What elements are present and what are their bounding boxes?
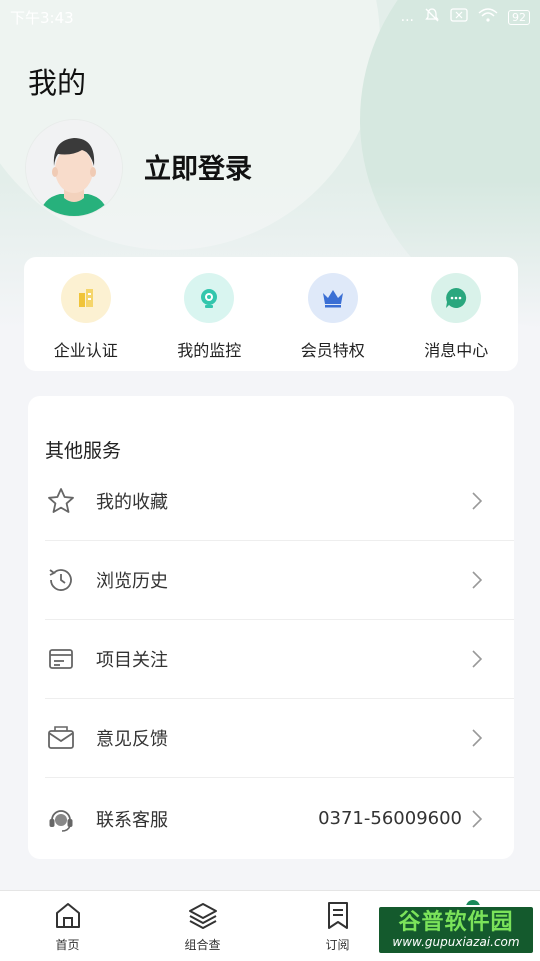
tab-combo-search[interactable]: 组合查 — [135, 891, 270, 961]
service-row-customer-service[interactable]: 联系客服 0371-56009600 — [45, 779, 514, 858]
status-time: 下午3:43 — [10, 8, 74, 27]
quick-item-enterprise-auth[interactable]: 企业认证 — [31, 273, 141, 361]
chevron-right-icon — [472, 571, 486, 589]
chevron-right-icon — [472, 492, 486, 510]
service-row-project-follow[interactable]: 项目关注 — [45, 620, 514, 699]
service-row-label: 项目关注 — [96, 650, 168, 671]
service-row-favorites[interactable]: 我的收藏 — [45, 462, 514, 541]
login-button[interactable]: 立即登录 — [144, 147, 252, 186]
service-row-label: 联系客服 — [96, 809, 168, 831]
avatar[interactable] — [26, 120, 122, 216]
service-row-label: 我的收藏 — [96, 492, 168, 513]
message-bubble-icon — [431, 273, 482, 323]
quick-item-label: 企业认证 — [53, 341, 118, 360]
quick-item-my-monitor[interactable]: 我的监控 — [154, 273, 264, 361]
tab-home[interactable]: 首页 — [0, 891, 135, 961]
quick-item-label: 我的监控 — [177, 341, 242, 360]
quick-actions-card: 企业认证 我的监控 会员特权 消息中心 — [24, 257, 518, 371]
service-row-label: 意见反馈 — [96, 729, 168, 750]
customer-service-phone: 0371-56009600 — [318, 808, 462, 829]
battery-icon: 92 — [508, 9, 530, 25]
home-icon — [53, 901, 83, 933]
tab-label: 订阅 — [325, 938, 350, 952]
quick-item-vip-privilege[interactable]: 会员特权 — [278, 273, 388, 361]
more-dots-icon: ... — [400, 9, 414, 25]
page-title: 我的 — [28, 66, 87, 100]
user-avatar-icon — [26, 120, 122, 216]
customer-service-icon — [45, 803, 77, 835]
watermark-logo: 谷普软件园 www.gupuxiazai.com — [377, 905, 535, 955]
service-row-feedback[interactable]: 意见反馈 — [45, 699, 514, 778]
chevron-right-icon — [472, 729, 486, 747]
section-title: 其他服务 — [45, 440, 122, 462]
star-icon — [45, 485, 77, 517]
quick-item-label: 消息中心 — [424, 341, 489, 360]
project-list-icon — [45, 643, 77, 675]
enterprise-building-icon — [60, 273, 111, 323]
tab-label: 首页 — [55, 938, 80, 952]
quick-item-message-center[interactable]: 消息中心 — [401, 273, 511, 361]
service-row-label: 浏览历史 — [96, 571, 168, 592]
feedback-mail-icon — [45, 722, 77, 754]
status-bar: 下午3:43 ... 92 — [0, 0, 540, 34]
wifi-icon — [478, 8, 498, 26]
sim-icon — [450, 8, 468, 26]
history-clock-icon — [45, 564, 77, 596]
quick-item-label: 会员特权 — [300, 341, 365, 360]
crown-icon — [307, 273, 358, 323]
chevron-right-icon — [472, 650, 486, 668]
other-services-card: 其他服务 我的收藏 浏览历史 项目关注 意见反馈 联系客服 0371-56009… — [28, 396, 514, 859]
layers-icon — [188, 901, 218, 933]
chevron-right-icon — [472, 809, 486, 828]
bookmark-icon — [323, 901, 353, 933]
watermark-text: 谷普软件园 — [398, 910, 514, 935]
camera-monitor-icon — [184, 273, 235, 323]
watermark-url: www.gupuxiazai.com — [392, 935, 520, 949]
mute-icon — [424, 7, 440, 27]
service-row-history[interactable]: 浏览历史 — [45, 541, 514, 620]
tab-label: 组合查 — [184, 938, 221, 952]
